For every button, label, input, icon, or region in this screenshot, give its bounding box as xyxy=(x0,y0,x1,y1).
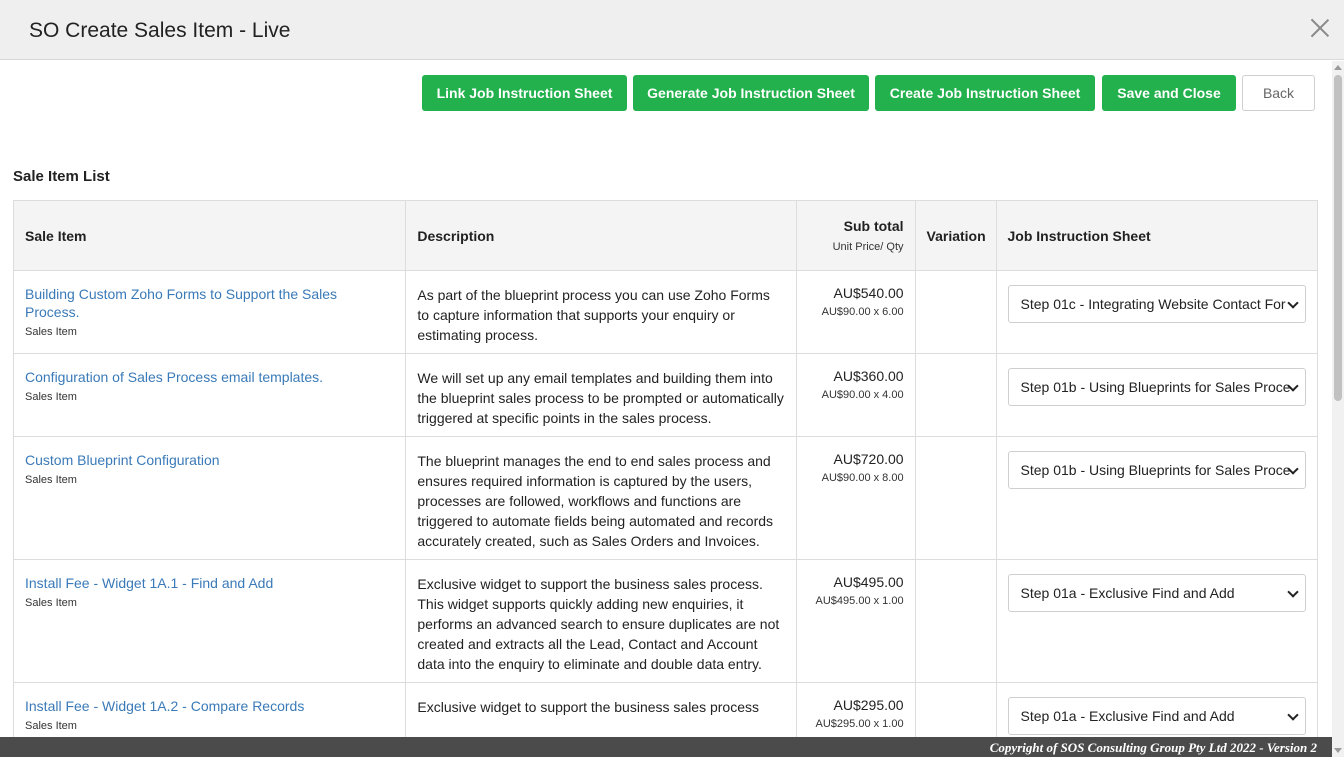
footer-bar: Copyright of SOS Consulting Group Pty Lt… xyxy=(0,737,1332,757)
modal-body: Link Job Instruction Sheet Generate Job … xyxy=(0,61,1332,737)
item-subtotal: AU$720.00 xyxy=(833,451,904,467)
sale-item-link[interactable]: Install Fee - Widget 1A.2 - Compare Reco… xyxy=(25,697,394,715)
save-and-close-button[interactable]: Save and Close xyxy=(1102,75,1236,111)
header-variation: Variation xyxy=(914,201,996,270)
item-description: We will set up any email templates and b… xyxy=(405,354,795,436)
vertical-scrollbar[interactable] xyxy=(1332,61,1344,757)
table-header-row: Sale Item Description Sub total Unit Pri… xyxy=(14,201,1317,270)
item-description: The blueprint manages the end to end sal… xyxy=(405,437,795,559)
sale-item-type: Sales Item xyxy=(25,720,77,732)
job-instruction-sheet-select[interactable]: Step 01a - Exclusive Find and Add xyxy=(1007,697,1306,735)
generate-job-instruction-sheet-button[interactable]: Generate Job Instruction Sheet xyxy=(633,75,869,111)
header-job-instruction-sheet: Job Instruction Sheet xyxy=(995,201,1317,270)
item-subtotal: AU$295.00 xyxy=(833,697,904,713)
section-title: Sale Item List xyxy=(13,168,110,185)
item-description: Exclusive widget to support the business… xyxy=(405,683,795,737)
sale-item-link[interactable]: Configuration of Sales Process email tem… xyxy=(25,368,394,386)
close-icon[interactable] xyxy=(1310,18,1330,38)
scroll-up-icon[interactable] xyxy=(1334,65,1342,70)
job-instruction-sheet-select[interactable]: Step 01b - Using Blueprints for Sales Pr… xyxy=(1007,368,1306,406)
modal-header: SO Create Sales Item - Live xyxy=(0,0,1344,60)
job-instruction-sheet-select[interactable]: Step 01a - Exclusive Find and Add xyxy=(1007,574,1306,612)
header-sale-item: Sale Item xyxy=(25,227,87,244)
header-unit-price-qty: Unit Price/ Qty xyxy=(832,241,904,253)
scroll-down-icon[interactable] xyxy=(1334,748,1342,753)
link-job-instruction-sheet-button[interactable]: Link Job Instruction Sheet xyxy=(422,75,627,111)
item-subtotal: AU$495.00 xyxy=(833,574,904,590)
item-description: Exclusive widget to support the business… xyxy=(405,560,795,682)
sale-item-type: Sales Item xyxy=(25,391,77,403)
header-description: Description xyxy=(405,201,795,270)
copyright-text: Copyright of SOS Consulting Group Pty Lt… xyxy=(989,740,1317,755)
item-unit-price-qty: AU$495.00 x 1.00 xyxy=(815,595,904,607)
table-row: Install Fee - Widget 1A.1 - Find and Add… xyxy=(14,559,1317,682)
job-instruction-sheet-selected: Step 01b - Using Blueprints for Sales Pr… xyxy=(1020,379,1291,395)
item-variation xyxy=(914,437,996,559)
item-unit-price-qty: AU$295.00 x 1.00 xyxy=(815,718,904,730)
job-instruction-sheet-selected: Step 01a - Exclusive Find and Add xyxy=(1020,585,1235,601)
header-subtotal-label: Sub total xyxy=(843,218,904,234)
sale-item-link[interactable]: Building Custom Zoho Forms to Support th… xyxy=(25,285,394,321)
sale-item-type: Sales Item xyxy=(25,474,77,486)
sale-item-link[interactable]: Custom Blueprint Configuration xyxy=(25,451,394,469)
table-row: Custom Blueprint Configuration Sales Ite… xyxy=(14,436,1317,559)
sale-item-link[interactable]: Install Fee - Widget 1A.1 - Find and Add xyxy=(25,574,394,592)
item-description: As part of the blueprint process you can… xyxy=(405,271,795,353)
header-subtotal: Sub total Unit Price/ Qty xyxy=(795,201,915,270)
back-button[interactable]: Back xyxy=(1242,75,1315,111)
item-subtotal: AU$540.00 xyxy=(833,285,904,301)
item-variation xyxy=(914,683,996,737)
item-variation xyxy=(914,354,996,436)
chevron-down-icon xyxy=(1286,709,1299,721)
job-instruction-sheet-selected: Step 01a - Exclusive Find and Add xyxy=(1020,708,1235,724)
table-row: Configuration of Sales Process email tem… xyxy=(14,353,1317,436)
item-variation xyxy=(914,560,996,682)
item-unit-price-qty: AU$90.00 x 4.00 xyxy=(821,389,904,401)
job-instruction-sheet-select[interactable]: Step 01c - Integrating Website Contact F… xyxy=(1007,285,1306,323)
sale-item-table: Sale Item Description Sub total Unit Pri… xyxy=(13,200,1318,737)
table-row: Building Custom Zoho Forms to Support th… xyxy=(14,270,1317,353)
job-instruction-sheet-selected: Step 01c - Integrating Website Contact F… xyxy=(1020,296,1286,312)
item-variation xyxy=(914,271,996,353)
table-row: Install Fee - Widget 1A.2 - Compare Reco… xyxy=(14,682,1317,737)
create-job-instruction-sheet-button[interactable]: Create Job Instruction Sheet xyxy=(875,75,1095,111)
chevron-down-icon xyxy=(1286,586,1299,598)
scrollbar-thumb[interactable] xyxy=(1334,75,1342,401)
item-unit-price-qty: AU$90.00 x 8.00 xyxy=(821,472,904,484)
sale-item-type: Sales Item xyxy=(25,326,77,338)
item-unit-price-qty: AU$90.00 x 6.00 xyxy=(821,306,904,318)
job-instruction-sheet-select[interactable]: Step 01b - Using Blueprints for Sales Pr… xyxy=(1007,451,1306,489)
chevron-down-icon xyxy=(1286,297,1299,309)
job-instruction-sheet-selected: Step 01b - Using Blueprints for Sales Pr… xyxy=(1020,462,1291,478)
item-subtotal: AU$360.00 xyxy=(833,368,904,384)
sale-item-type: Sales Item xyxy=(25,597,77,609)
modal-title: SO Create Sales Item - Live xyxy=(29,19,291,42)
